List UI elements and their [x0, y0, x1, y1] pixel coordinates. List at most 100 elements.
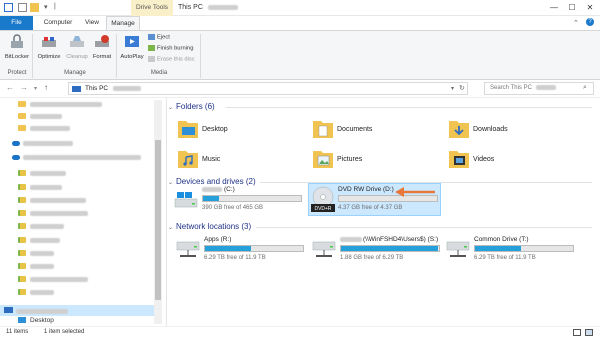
section-folders-label: Folders (6) [176, 102, 215, 111]
title-bar: ▾ | Drive Tools This PC — ☐ ✕ [0, 0, 600, 16]
large-icons-view-icon[interactable] [585, 329, 593, 336]
folder-icon [18, 101, 26, 107]
group-separator [32, 34, 33, 78]
folder-synced-icon [18, 197, 26, 203]
burn-icon [148, 45, 155, 51]
network-drive-s[interactable]: (\\WinFSHD4\Users$) (S:) 1.88 GB free of… [312, 236, 447, 268]
nav-item[interactable] [18, 237, 60, 247]
recent-chevron-icon[interactable]: ▾ [34, 85, 37, 92]
folder-synced-icon [18, 276, 26, 282]
tab-computer[interactable]: Computer [38, 16, 78, 30]
redacted-name [16, 308, 68, 315]
folder-tile-pictures[interactable]: Pictures [313, 148, 433, 178]
group-separator [116, 34, 117, 78]
forward-icon[interactable]: → [20, 83, 28, 92]
network-drive-t-usage-bar [474, 245, 574, 252]
maximize-button[interactable]: ☐ [566, 2, 578, 13]
network-drive-t-usage-fill [475, 246, 522, 251]
nav-item[interactable] [18, 184, 62, 194]
folder-synced-icon [18, 210, 26, 216]
network-drive-r[interactable]: Apps (R:) 6.29 TB free of 11.9 TB [176, 236, 311, 268]
desktop-folder-icon [178, 121, 198, 138]
optimize-button[interactable]: Optimize [36, 34, 62, 60]
tab-manage[interactable]: Manage [106, 16, 140, 30]
minimize-button[interactable]: — [548, 2, 560, 13]
folder-tile-downloads[interactable]: Downloads [449, 118, 569, 148]
section-divider [226, 107, 592, 108]
nav-item[interactable] [18, 250, 54, 260]
status-item-count: 11 items [6, 329, 29, 335]
hard-drive-icon [174, 192, 198, 208]
nav-item-onedrive[interactable] [12, 141, 73, 151]
folder-icon [18, 125, 26, 131]
eject-button[interactable]: Eject [148, 34, 170, 41]
nav-item-this-pc[interactable] [0, 305, 154, 316]
svg-text:DVD+R: DVD+R [314, 206, 331, 212]
autoplay-button[interactable]: AutoPlay [119, 34, 145, 60]
bitlocker-icon [11, 34, 23, 48]
new-folder-icon[interactable] [30, 3, 39, 12]
folder-tile-documents[interactable]: Documents [313, 118, 433, 148]
nav-item[interactable] [18, 170, 66, 180]
ribbon-tabs: File Computer View Manage ⌃ ? [0, 16, 600, 30]
annotation-arrow-icon [395, 187, 435, 197]
network-drive-t-free-space: 6.29 TB free of 11.9 TB [474, 255, 536, 261]
this-pc-icon [4, 307, 13, 313]
optimize-label: Optimize [37, 54, 61, 60]
tab-file[interactable]: File [0, 16, 33, 30]
status-selection: 1 item selected [44, 329, 85, 335]
finish-burning-label: Finish burning [157, 45, 194, 52]
folder-label: Documents [337, 126, 373, 133]
close-button[interactable]: ✕ [584, 2, 596, 13]
nav-item[interactable] [18, 223, 64, 233]
redacted-name [23, 141, 73, 146]
address-bar[interactable]: This PC ▾ ↻ [68, 82, 468, 95]
redacted-name [30, 170, 66, 176]
customize-toolbar-icon[interactable]: ▾ [44, 3, 48, 11]
tab-view[interactable]: View [78, 16, 106, 30]
nav-item[interactable] [18, 210, 88, 220]
folder-tile-music[interactable]: Music [178, 148, 298, 178]
section-folders[interactable]: ⌄ Folders (6) [168, 102, 215, 111]
search-input[interactable]: Search This PC ⌕ [484, 82, 594, 95]
group-label-media: Media [150, 70, 168, 76]
finish-burning-button[interactable]: Finish burning [148, 45, 193, 52]
folder-tile-desktop[interactable]: Desktop [178, 118, 298, 148]
help-icon[interactable]: ? [586, 18, 594, 26]
redacted-name [30, 197, 86, 203]
section-network[interactable]: ⌄ Network locations (3) [168, 222, 251, 231]
nav-item-onedrive[interactable] [12, 155, 141, 165]
folder-tile-videos[interactable]: Videos [449, 148, 569, 178]
erase-icon [148, 56, 155, 62]
section-devices[interactable]: ⌄ Devices and drives (2) [168, 177, 256, 186]
nav-item[interactable] [18, 276, 88, 286]
bitlocker-button[interactable]: BitLocker [4, 34, 30, 60]
back-icon[interactable]: ← [6, 83, 14, 92]
drive-tools-context-tab: Drive Tools [131, 0, 173, 16]
cleanup-button[interactable]: Cleanup [64, 34, 90, 60]
redacted-name [112, 85, 141, 91]
nav-item[interactable] [18, 197, 86, 207]
properties-icon[interactable] [18, 3, 27, 12]
folder-synced-icon [18, 237, 26, 243]
explorer-icon [4, 3, 13, 12]
format-button[interactable]: Format [91, 34, 113, 60]
details-view-icon[interactable] [573, 329, 581, 336]
nav-item[interactable] [18, 125, 70, 135]
folder-synced-icon [18, 170, 26, 176]
erase-disc-button[interactable]: Erase this disc [148, 56, 195, 63]
nav-item[interactable] [18, 289, 54, 299]
address-dropdown-icon[interactable]: ▾ [451, 85, 454, 92]
nav-item[interactable] [18, 101, 102, 111]
chevron-up-icon[interactable]: ⌃ [573, 19, 579, 27]
up-icon[interactable]: ↑ [44, 83, 48, 92]
network-drive-t[interactable]: Common Drive (T:) 6.29 TB free of 11.9 T… [446, 236, 581, 268]
redacted-name [30, 289, 54, 295]
drive-c[interactable]: (C:) 390 GB free of 465 GB [174, 186, 309, 218]
nav-item[interactable] [18, 263, 54, 273]
refresh-icon[interactable]: ↻ [459, 84, 465, 92]
nav-desktop-label: Desktop [30, 317, 54, 324]
nav-scrollbar-thumb[interactable] [155, 140, 161, 300]
nav-item[interactable] [18, 113, 62, 123]
nav-item-desktop[interactable]: Desktop [18, 317, 54, 324]
